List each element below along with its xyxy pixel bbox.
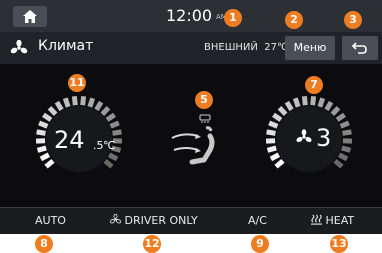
heat-button[interactable]: HEAT (311, 214, 354, 227)
climate-screen: 12:00 AM Климат ВНЕШНИЙ 27℃ Меню 24 .5 ℃ (0, 0, 382, 234)
fan-dial-tick (273, 115, 280, 120)
rear-defrost-icon[interactable] (199, 114, 211, 123)
fan-dial-tick (313, 96, 314, 105)
temperature-dial-tick (111, 123, 119, 126)
temperature-dial-tick (41, 155, 49, 159)
fan-dial-tick (268, 148, 277, 150)
seat-airflow-icon[interactable] (170, 124, 220, 168)
fan-icon (296, 129, 312, 145)
page-title: Климат (38, 38, 93, 54)
fan-dial-tick (326, 102, 331, 110)
callout-8: 8 (35, 235, 53, 253)
temperature-dial-tick (38, 148, 47, 150)
fan-dial-tick (332, 108, 338, 115)
fan-icon (10, 40, 28, 56)
temperature-dial-tick (65, 98, 68, 107)
temperature-dial-tick (107, 115, 114, 120)
temperature-dial-tick (83, 96, 84, 105)
auto-button[interactable]: AUTO (35, 214, 66, 227)
fan-dial-tick (295, 98, 298, 107)
temperature-dial-tick (74, 96, 75, 105)
back-button[interactable] (342, 36, 378, 60)
heat-label: HEAT (326, 214, 355, 227)
callout-1: 1 (224, 9, 242, 27)
driver-only-label: DRIVER ONLY (125, 214, 198, 227)
fan-icon (110, 214, 121, 225)
callout-3: 3 (344, 11, 362, 29)
fan-dial-tick (343, 132, 352, 133)
clock: 12:00 (166, 6, 212, 25)
fan-dial-tick (276, 161, 283, 167)
callout-13: 13 (330, 235, 348, 253)
back-arrow-icon (352, 41, 368, 55)
temperature-dial-tick (113, 132, 122, 133)
heat-icon (311, 214, 322, 225)
temperature-dial-tick (109, 155, 117, 159)
temperature-dial-tick (105, 161, 112, 167)
callout-9: 9 (251, 235, 269, 253)
fan-dial-tick (287, 102, 292, 110)
fan-dial-tick (342, 148, 351, 150)
temperature-dial-tick (39, 123, 47, 126)
outside-temperature: ВНЕШНИЙ 27℃ (204, 42, 288, 53)
callout-11: 11 (68, 74, 86, 92)
callout-7: 7 (305, 76, 323, 94)
home-icon (23, 10, 37, 23)
temperature-decimal: .5 (93, 139, 104, 152)
callout-5: 5 (195, 91, 213, 109)
driver-only-button[interactable]: DRIVER ONLY (110, 214, 198, 227)
temperature-dial-tick (90, 98, 93, 107)
temperature-dial-tick (49, 108, 55, 115)
callout-12: 12 (143, 235, 161, 253)
home-button[interactable] (13, 6, 47, 27)
temperature-dial-tick (102, 108, 108, 115)
fan-dial-tick (339, 155, 347, 159)
temperature-dial-tick (46, 161, 53, 167)
outside-label: ВНЕШНИЙ (204, 42, 258, 53)
fan-dial-tick (271, 155, 279, 159)
temperature-dial-tick (37, 132, 46, 133)
fan-dial-tick (304, 96, 305, 105)
fan-dial-tick (337, 115, 344, 120)
ac-button[interactable]: A/C (248, 214, 267, 227)
temperature-dial-tick (57, 102, 62, 110)
fan-dial-tick (320, 98, 323, 107)
fan-dial-tick (341, 123, 349, 126)
temperature-value: 24 (54, 126, 85, 154)
temperature-dial-tick (96, 102, 101, 110)
callout-2: 2 (285, 11, 303, 29)
temperature-unit: ℃ (103, 139, 115, 152)
fan-dial-tick (269, 123, 277, 126)
fan-dial-tick (335, 161, 342, 167)
fan-dial-tick (279, 108, 285, 115)
temperature-dial-tick (43, 115, 50, 120)
fan-dial-tick (267, 132, 276, 133)
menu-button[interactable]: Меню (285, 36, 335, 60)
fan-speed-value: 3 (316, 124, 331, 152)
